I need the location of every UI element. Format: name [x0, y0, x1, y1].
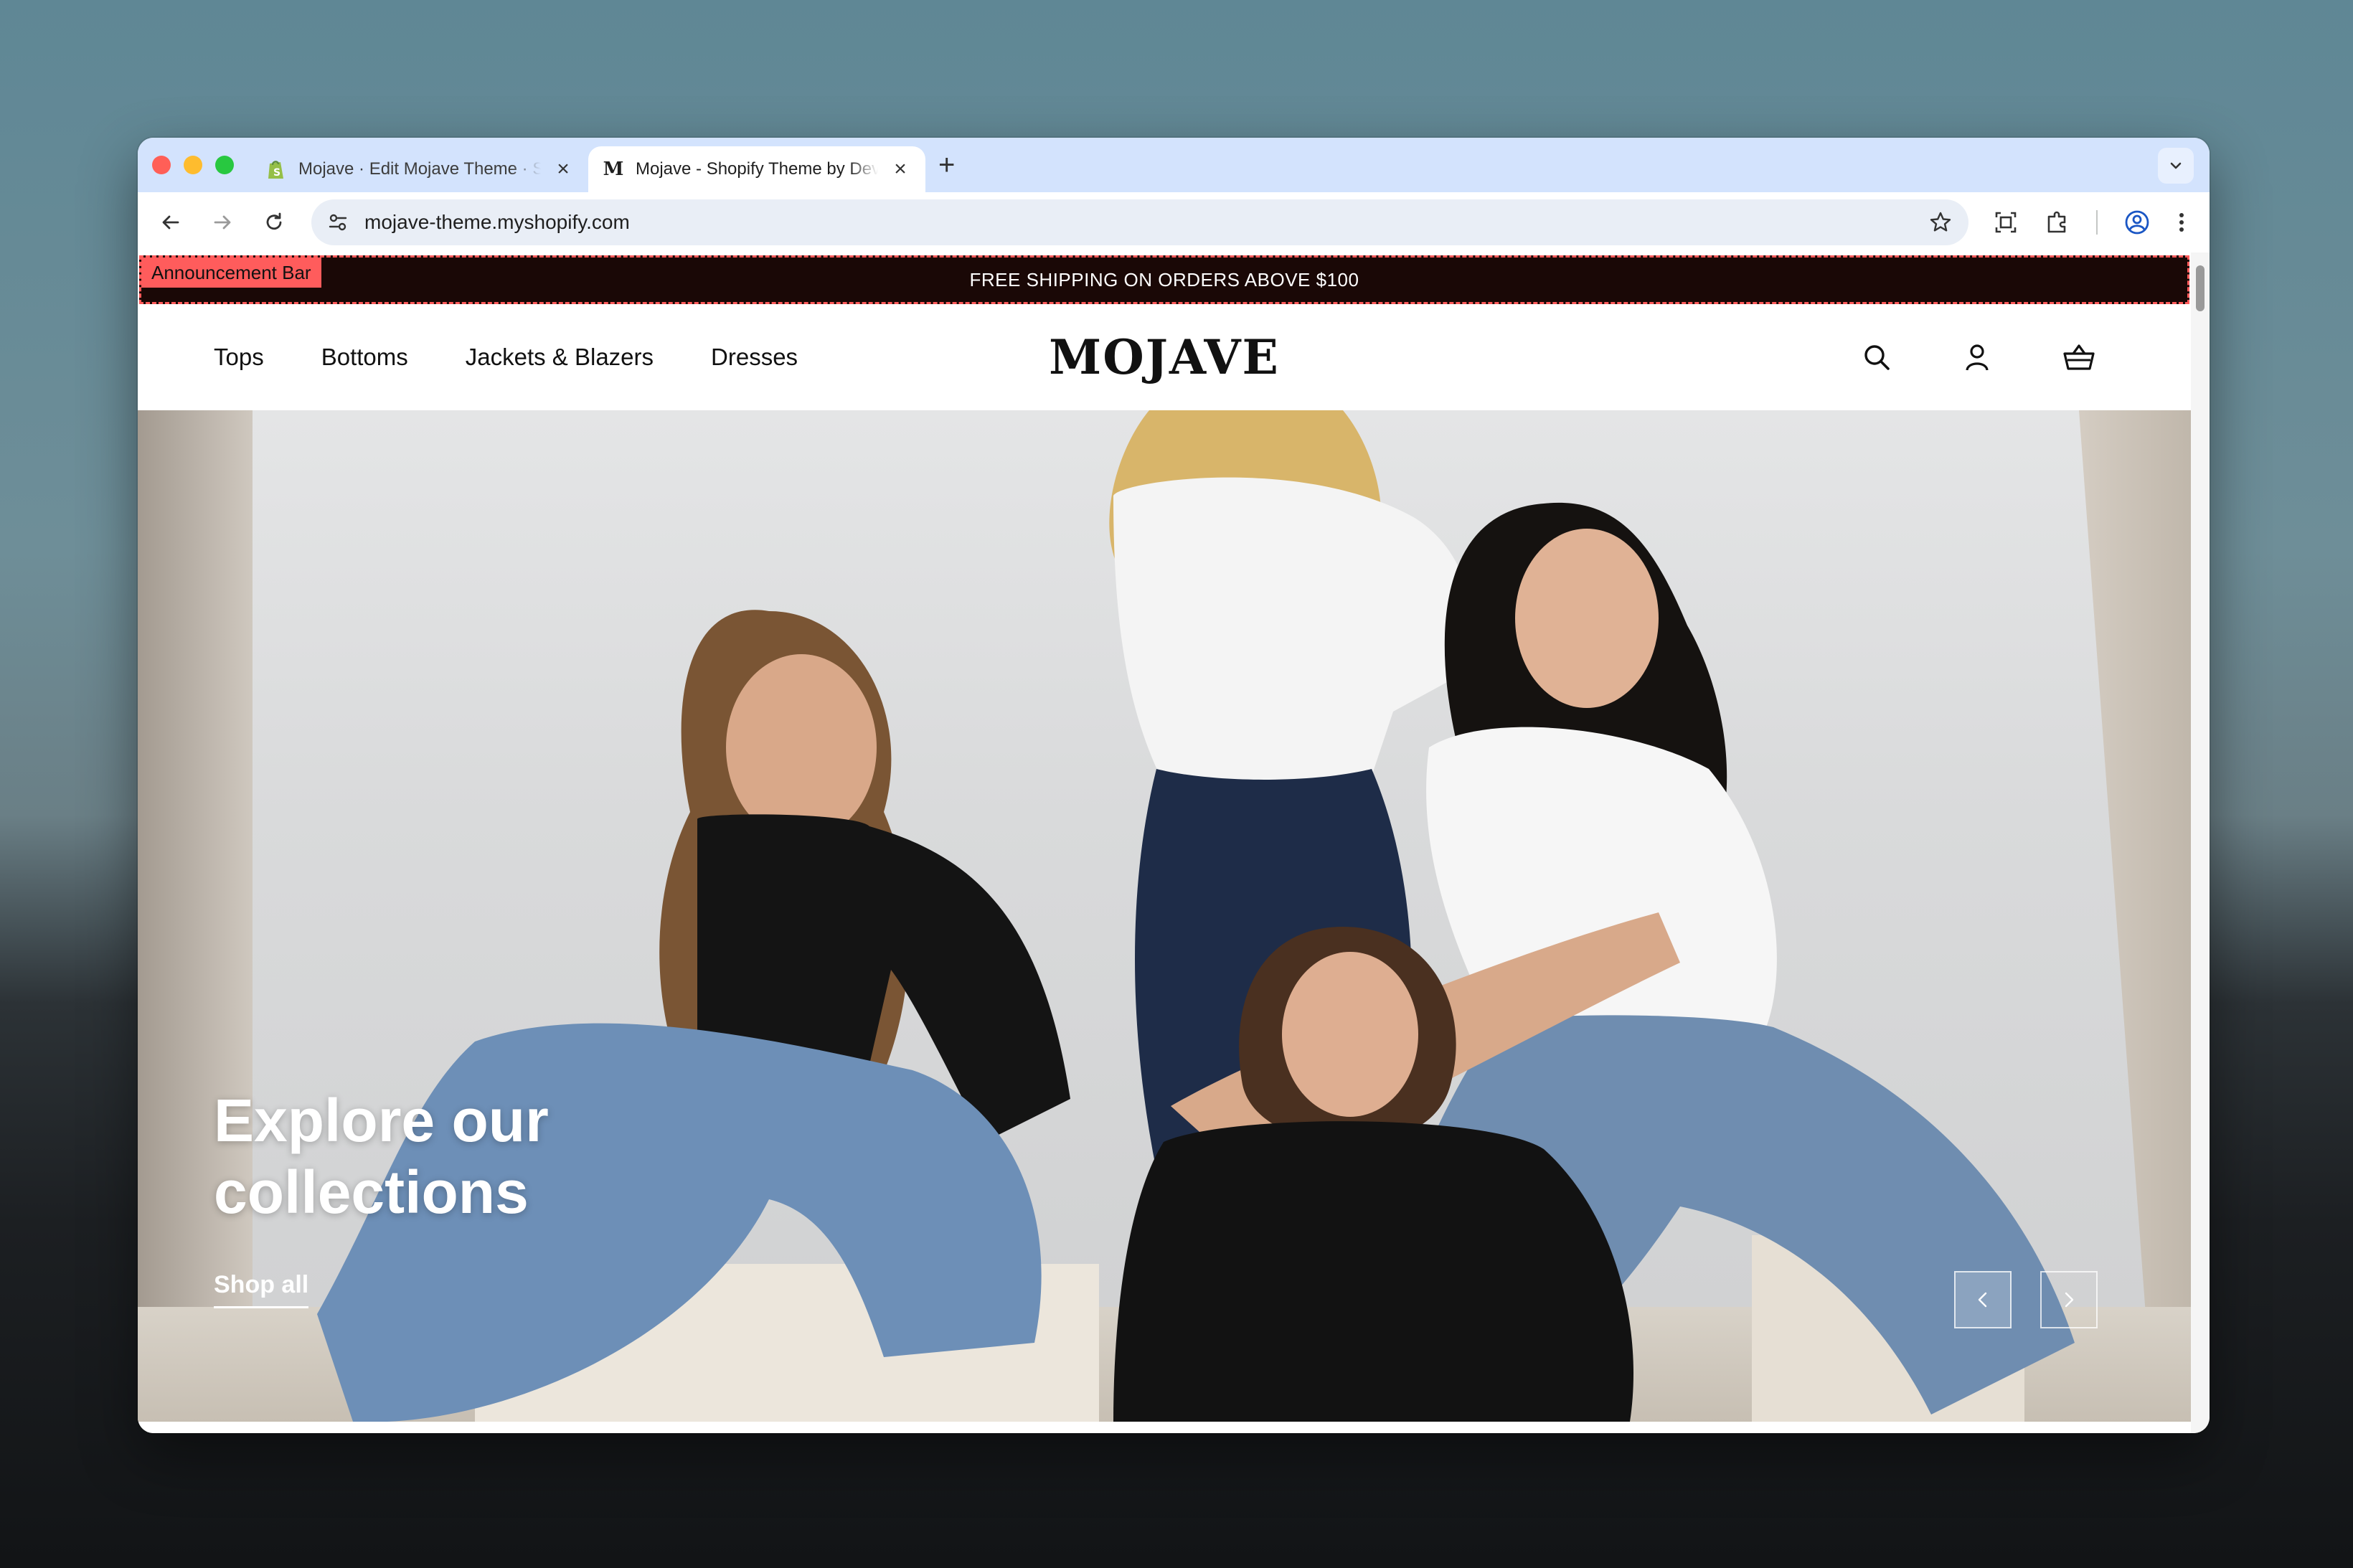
- site-settings-icon[interactable]: [327, 212, 349, 233]
- hero-heading-line-2: collections: [214, 1158, 529, 1226]
- hero-heading-line-1: Explore our: [214, 1087, 549, 1154]
- new-tab-button[interactable]: +: [938, 149, 955, 181]
- profile-icon[interactable]: [2123, 209, 2151, 236]
- url-text[interactable]: mojave-theme.myshopify.com: [364, 211, 1928, 234]
- bookmark-star-icon[interactable]: [1928, 210, 1953, 235]
- tab-title: Mojave - Shopify Theme by Dev: [636, 159, 878, 179]
- search-icon[interactable]: [1861, 341, 1892, 373]
- chevron-down-icon: [2170, 162, 2182, 169]
- store-logo[interactable]: MOJAVE: [1049, 329, 1280, 385]
- announcement-bar[interactable]: FREE SHIPPING ON ORDERS ABOVE $100 Annou…: [139, 255, 2189, 304]
- more-menu-icon[interactable]: [2177, 209, 2187, 235]
- address-bar[interactable]: mojave-theme.myshopify.com: [311, 199, 1968, 245]
- hero-text-block: Explore our collections Shop all: [214, 1085, 549, 1308]
- scrollbar-thumb[interactable]: [2196, 265, 2205, 311]
- tab-title: Mojave · Edit Mojave Theme · Shopify: [298, 159, 541, 179]
- main-nav: Tops Bottoms Jackets & Blazers Dresses: [214, 304, 798, 410]
- mojave-m-icon: M: [603, 159, 624, 180]
- maximize-window-button[interactable]: [215, 156, 234, 174]
- minimize-window-button[interactable]: [184, 156, 202, 174]
- account-icon[interactable]: [1961, 341, 1993, 373]
- slider-controls: [1954, 1271, 2098, 1328]
- slide-prev-button[interactable]: [1954, 1271, 2012, 1328]
- tab-strip: S Mojave · Edit Mojave Theme · Shopify ×…: [138, 138, 2210, 192]
- nav-item-dresses[interactable]: Dresses: [711, 344, 798, 371]
- hero-heading: Explore our collections: [214, 1085, 549, 1228]
- store-page: FREE SHIPPING ON ORDERS ABOVE $100 Annou…: [138, 252, 2191, 1433]
- tab-search-button[interactable]: [2158, 148, 2194, 184]
- nav-item-jackets-blazers[interactable]: Jackets & Blazers: [466, 344, 654, 371]
- cart-basket-icon[interactable]: [2062, 341, 2096, 373]
- toolbar-actions: [1993, 209, 2187, 236]
- hero-slideshow: Explore our collections Shop all: [138, 410, 2191, 1422]
- tab-mojave-store[interactable]: M Mojave - Shopify Theme by Dev ×: [588, 146, 925, 192]
- window-controls: [152, 156, 234, 174]
- reload-button[interactable]: [253, 201, 296, 244]
- close-window-button[interactable]: [152, 156, 171, 174]
- nav-item-tops[interactable]: Tops: [214, 344, 264, 371]
- arrow-right-icon: [214, 215, 231, 230]
- forward-button[interactable]: [201, 201, 244, 244]
- toolbar-divider: [2096, 210, 2098, 235]
- svg-text:S: S: [273, 167, 280, 179]
- screenshot-icon[interactable]: [1993, 209, 2019, 235]
- store-header: Tops Bottoms Jackets & Blazers Dresses M…: [138, 304, 2191, 410]
- browser-window: S Mojave · Edit Mojave Theme · Shopify ×…: [138, 138, 2210, 1433]
- reload-icon: [266, 212, 282, 230]
- shopify-icon: S: [265, 159, 287, 180]
- announcement-text: FREE SHIPPING ON ORDERS ABOVE $100: [969, 268, 1359, 291]
- slide-next-button[interactable]: [2040, 1271, 2098, 1328]
- nav-item-bottoms[interactable]: Bottoms: [321, 344, 408, 371]
- back-button[interactable]: [149, 201, 192, 244]
- chevron-left-icon: [1978, 1292, 1987, 1308]
- chevron-right-icon: [2065, 1292, 2074, 1308]
- arrow-left-icon: [162, 215, 179, 230]
- browser-toolbar: mojave-theme.myshopify.com: [138, 192, 2210, 252]
- close-tab-icon[interactable]: ×: [890, 157, 911, 181]
- shop-all-link[interactable]: Shop all: [214, 1271, 309, 1308]
- extensions-puzzle-icon[interactable]: [2045, 209, 2070, 235]
- close-tab-icon[interactable]: ×: [552, 157, 574, 181]
- tab-shopify-editor[interactable]: S Mojave · Edit Mojave Theme · Shopify ×: [251, 146, 588, 192]
- editor-section-label: Announcement Bar: [141, 258, 321, 288]
- header-actions: [1861, 304, 2096, 410]
- page-scrollbar[interactable]: [2191, 252, 2210, 1433]
